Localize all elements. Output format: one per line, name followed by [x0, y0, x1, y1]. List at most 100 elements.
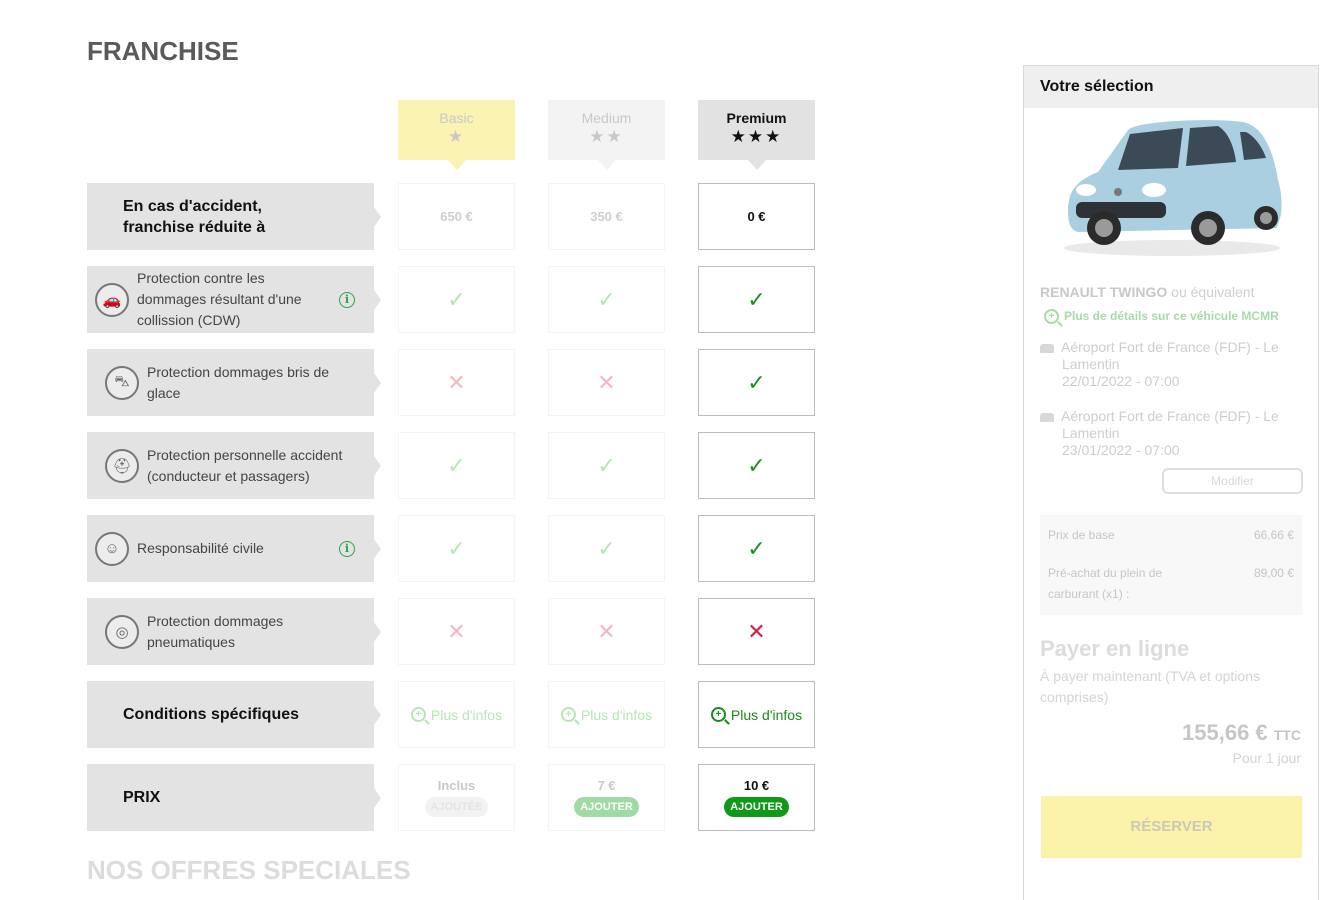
- total-amount: 155,66 €: [1182, 720, 1268, 745]
- cell-glass-premium[interactable]: ✓: [698, 349, 815, 416]
- cell-tires-premium[interactable]: ✕: [698, 598, 815, 665]
- cross-icon: ✕: [447, 369, 466, 395]
- price-label: PRIX: [123, 789, 161, 806]
- more-info-link[interactable]: + Plus d'infos: [410, 707, 502, 723]
- row-label-liability: ☺ Responsabilité civile i: [87, 515, 381, 582]
- row-label-tires: ◎ Protection dommages pneumatiques: [87, 598, 381, 665]
- cross-icon: ✕: [447, 618, 466, 644]
- dropoff-datetime: 23/01/2022 - 07:00: [1062, 442, 1180, 458]
- check-icon: ✓: [747, 286, 766, 312]
- selection-sidebar: Votre sélection RENAULT TWINGO ou équiva…: [1023, 65, 1319, 900]
- base-price-row: Prix de base 66,66 €: [1048, 525, 1294, 546]
- check-icon: ✓: [597, 535, 616, 561]
- price-value: 10 €: [743, 778, 770, 793]
- star-rating-icon: ★★: [589, 127, 624, 146]
- franchise-label-line2: franchise réduite à: [123, 218, 266, 236]
- zoom-plus-icon: +: [560, 707, 576, 722]
- more-info-link[interactable]: + Plus d'infos: [560, 706, 653, 723]
- cell-personal-premium[interactable]: ✓: [698, 432, 815, 499]
- check-icon: ✓: [747, 452, 766, 478]
- row-label-cdw: 🚗 Protection contre les dommages résulta…: [87, 266, 381, 333]
- per-day-label: Pour 1 jour: [1232, 750, 1301, 766]
- added-button[interactable]: AJOUTÉE: [424, 797, 489, 817]
- more-info-text: Plus d'infos: [730, 706, 803, 723]
- pickup-info: Aéroport Fort de France (FDF) - Le Lamen…: [1040, 339, 1290, 390]
- plan-header-medium[interactable]: Medium ★★: [548, 100, 665, 170]
- row-label-franchise: En cas d'accident, franchise réduite à: [87, 183, 381, 250]
- tire-icon: ◎: [105, 614, 139, 649]
- info-icon[interactable]: i: [339, 540, 355, 557]
- cross-icon: ✕: [747, 618, 766, 644]
- check-icon: ✓: [597, 452, 616, 478]
- cell-glass-basic[interactable]: ✕: [398, 349, 515, 416]
- pay-online-title: Payer en ligne: [1040, 636, 1190, 661]
- pickup-place: Aéroport Fort de France (FDF) - Le Lamen…: [1061, 339, 1279, 372]
- seatbelt-icon: ⛑: [105, 448, 139, 483]
- personal-label: Protection personnelle accident (conduct…: [147, 446, 343, 484]
- franchise-amount: 0 €: [747, 209, 766, 224]
- cell-tires-basic[interactable]: ✕: [398, 598, 515, 665]
- base-price-label: Prix de base: [1048, 528, 1115, 542]
- cell-conditions-premium: + Plus d'infos: [698, 681, 815, 748]
- pay-online-subtitle: À payer maintenant (TVA et options compr…: [1040, 668, 1260, 705]
- zoom-plus-icon: +: [1044, 309, 1059, 324]
- plan-name: Medium: [581, 110, 632, 126]
- info-icon[interactable]: i: [339, 291, 355, 308]
- add-button[interactable]: AJOUTER: [574, 797, 639, 817]
- fuel-row: Pré-achat du plein de carburant (x1) : 8…: [1048, 563, 1294, 605]
- check-icon: ✓: [597, 286, 616, 312]
- plan-name: Premium: [726, 110, 787, 126]
- star-rating-icon: ★: [447, 127, 466, 146]
- car-details-link[interactable]: + Plus de détails sur ce véhicule MCMR: [1044, 308, 1279, 325]
- cell-franchise-premium[interactable]: 0 €: [698, 183, 815, 250]
- windshield-icon: ⛍: [105, 365, 139, 400]
- special-offers-title: NOS OFFRES SPECIALES: [87, 855, 411, 885]
- row-label-price: PRIX: [87, 764, 381, 831]
- cell-franchise-medium[interactable]: 350 €: [548, 183, 665, 250]
- car-equivalent: ou équivalent: [1171, 284, 1255, 300]
- more-info-link[interactable]: + Plus d'infos: [710, 706, 803, 723]
- star-rating-icon: ★★★: [730, 127, 783, 146]
- plan-name: Basic: [439, 110, 474, 126]
- cross-icon: ✕: [597, 369, 616, 395]
- cell-liability-premium[interactable]: ✓: [698, 515, 815, 582]
- cell-cdw-medium[interactable]: ✓: [548, 266, 665, 333]
- add-button[interactable]: AJOUTER: [724, 797, 789, 817]
- tires-label: Protection dommages pneumatiques: [147, 612, 284, 650]
- price-value: 7 €: [597, 778, 616, 793]
- modify-button[interactable]: Modifier: [1162, 468, 1303, 494]
- dropoff-place: Aéroport Fort de France (FDF) - Le Lamen…: [1061, 408, 1279, 441]
- cell-conditions-basic: + Plus d'infos: [398, 681, 515, 748]
- section-title: FRANCHISE: [87, 36, 239, 66]
- cell-liability-basic[interactable]: ✓: [398, 515, 515, 582]
- cell-glass-medium[interactable]: ✕: [548, 349, 665, 416]
- fuel-value: 89,00 €: [1253, 566, 1294, 580]
- zoom-plus-icon: +: [710, 707, 726, 722]
- car-name: RENAULT TWINGO: [1040, 284, 1168, 300]
- check-icon: ✓: [747, 535, 766, 561]
- cell-tires-medium[interactable]: ✕: [548, 598, 665, 665]
- pickup-datetime: 22/01/2022 - 07:00: [1062, 373, 1180, 389]
- car-image: [1064, 120, 1282, 256]
- plan-header-premium[interactable]: Premium ★★★: [698, 100, 815, 170]
- price-value: Inclus: [437, 778, 476, 793]
- car-icon: [1040, 343, 1054, 353]
- check-icon: ✓: [447, 452, 466, 478]
- cell-cdw-basic[interactable]: ✓: [398, 266, 515, 333]
- cell-price-premium: 10 € AJOUTER: [698, 764, 815, 831]
- more-info-text: Plus d'infos: [580, 706, 653, 723]
- reserve-button[interactable]: RÉSERVER: [1041, 796, 1302, 858]
- cell-franchise-basic[interactable]: 650 €: [398, 183, 515, 250]
- sidebar-title: Votre sélection: [1024, 66, 1318, 108]
- cross-icon: ✕: [597, 618, 616, 644]
- cell-price-medium: 7 € AJOUTER: [548, 764, 665, 831]
- cell-cdw-premium[interactable]: ✓: [698, 266, 815, 333]
- cell-personal-medium[interactable]: ✓: [548, 432, 665, 499]
- driver-icon: ☺: [95, 531, 129, 566]
- plan-header-basic[interactable]: Basic ★: [398, 100, 515, 170]
- cell-liability-medium[interactable]: ✓: [548, 515, 665, 582]
- total-price: 155,66 € TTC: [1182, 720, 1301, 746]
- base-price-value: 66,66 €: [1253, 528, 1294, 542]
- cell-personal-basic[interactable]: ✓: [398, 432, 515, 499]
- dropoff-info: Aéroport Fort de France (FDF) - Le Lamen…: [1040, 408, 1290, 459]
